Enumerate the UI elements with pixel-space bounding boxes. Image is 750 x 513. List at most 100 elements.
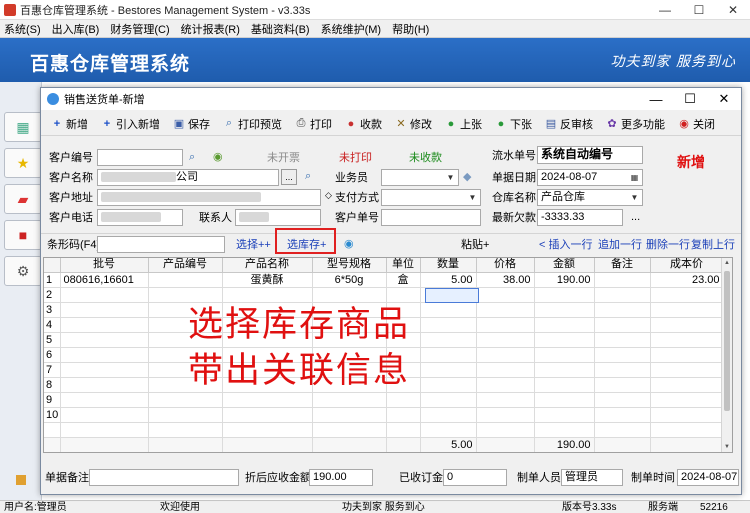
- table-cell[interactable]: [476, 407, 535, 423]
- print-preview-button[interactable]: ⌕ 打印预览: [223, 116, 282, 132]
- table-cell[interactable]: [476, 347, 535, 363]
- dialog-maximize-icon[interactable]: ☐: [673, 88, 707, 110]
- selected-cell[interactable]: [425, 288, 479, 303]
- table-cell[interactable]: [420, 377, 477, 393]
- append-row-button[interactable]: 追加一行: [598, 237, 642, 253]
- table-cell[interactable]: [386, 287, 421, 303]
- table-cell[interactable]: [148, 287, 223, 303]
- table-cell[interactable]: [594, 317, 651, 333]
- copy-row-button[interactable]: 复制上行: [691, 237, 735, 253]
- prev-button[interactable]: ● 上张: [445, 116, 482, 132]
- print-button[interactable]: ⎙ 打印: [295, 116, 332, 132]
- menu-help[interactable]: 帮助(H): [392, 21, 429, 37]
- table-cell[interactable]: [476, 287, 535, 303]
- table-cell[interactable]: [60, 302, 149, 318]
- select-plus-button[interactable]: 选择++: [236, 237, 271, 253]
- table-row[interactable]: 10: [44, 407, 724, 423]
- table-cell[interactable]: [420, 362, 477, 378]
- table-cell[interactable]: [60, 347, 149, 363]
- table-cell[interactable]: [60, 362, 149, 378]
- debt-detail-button[interactable]: ...: [631, 209, 640, 225]
- table-cell[interactable]: 蛋黄酥: [222, 272, 313, 288]
- table-cell[interactable]: [222, 287, 313, 303]
- table-cell[interactable]: [534, 317, 595, 333]
- more-button[interactable]: ✿ 更多功能: [606, 116, 665, 132]
- import-new-button[interactable]: + 引入新增: [101, 116, 160, 132]
- address-input[interactable]: [97, 189, 321, 206]
- table-cell[interactable]: [222, 392, 313, 408]
- table-cell[interactable]: [312, 287, 387, 303]
- col-header-batch[interactable]: 批号: [60, 258, 149, 273]
- unreview-button[interactable]: ▤ 反审核: [545, 116, 593, 132]
- table-cell[interactable]: [650, 377, 724, 393]
- barcode-input[interactable]: [97, 236, 225, 253]
- globe-icon[interactable]: ◉: [344, 237, 354, 250]
- customer-picker-button[interactable]: ...: [281, 169, 297, 185]
- next-button[interactable]: ● 下张: [495, 116, 532, 132]
- table-cell[interactable]: [594, 392, 651, 408]
- table-cell[interactable]: [476, 317, 535, 333]
- table-cell[interactable]: 23.00: [650, 272, 724, 288]
- minimize-icon[interactable]: —: [648, 0, 682, 20]
- table-cell[interactable]: [420, 392, 477, 408]
- table-cell[interactable]: [650, 287, 724, 303]
- table-cell[interactable]: [476, 332, 535, 348]
- customer-order-input[interactable]: [381, 209, 481, 226]
- select-stock-button[interactable]: 选库存+: [287, 237, 326, 253]
- date-input[interactable]: 2024-08-07 ▦: [537, 169, 643, 186]
- table-cell[interactable]: [386, 392, 421, 408]
- sidebar-button-2[interactable]: ★: [4, 148, 42, 178]
- table-cell[interactable]: [60, 377, 149, 393]
- table-cell[interactable]: [312, 392, 387, 408]
- paste-button[interactable]: 粘贴+: [461, 237, 489, 253]
- insert-row-button[interactable]: < 插入一行: [539, 237, 592, 253]
- table-cell[interactable]: [476, 392, 535, 408]
- delete-row-button[interactable]: 删除一行: [646, 237, 690, 253]
- table-row[interactable]: 2: [44, 287, 724, 303]
- table-cell[interactable]: [534, 377, 595, 393]
- table-cell[interactable]: [650, 347, 724, 363]
- sidebar-button-4[interactable]: ■: [4, 220, 42, 250]
- menu-basics[interactable]: 基础资料(B): [251, 21, 310, 37]
- sidebar-button-3[interactable]: ▰: [4, 184, 42, 214]
- eraser-icon[interactable]: ◆: [463, 170, 471, 183]
- save-button[interactable]: ▣ 保存: [173, 116, 210, 132]
- table-cell[interactable]: [534, 302, 595, 318]
- table-cell[interactable]: 190.00: [534, 272, 595, 288]
- menu-system[interactable]: 系统(S): [4, 21, 41, 37]
- table-cell[interactable]: [534, 332, 595, 348]
- col-header-remark[interactable]: 备注: [594, 258, 651, 273]
- scroll-down-icon[interactable]: ▼: [722, 442, 732, 452]
- table-cell[interactable]: [534, 287, 595, 303]
- refresh-icon[interactable]: ◉: [213, 150, 223, 163]
- salesman-select[interactable]: ▼: [381, 169, 459, 186]
- discount-input[interactable]: 190.00: [309, 469, 373, 486]
- menu-reports[interactable]: 统计报表(R): [181, 21, 240, 37]
- table-cell[interactable]: [148, 392, 223, 408]
- table-cell[interactable]: [594, 287, 651, 303]
- menu-finance[interactable]: 财务管理(C): [110, 21, 169, 37]
- col-header-qty[interactable]: 数量: [420, 258, 477, 273]
- payment-method-select[interactable]: ▼: [381, 189, 481, 206]
- customer-name-input[interactable]: 公司: [97, 169, 279, 186]
- collect-button[interactable]: ● 收款: [345, 116, 382, 132]
- col-header-product-name[interactable]: 产品名称: [222, 258, 313, 273]
- table-cell[interactable]: [386, 407, 421, 423]
- table-cell[interactable]: [148, 407, 223, 423]
- table-cell[interactable]: [534, 347, 595, 363]
- table-cell[interactable]: [60, 392, 149, 408]
- maximize-icon[interactable]: ☐: [682, 0, 716, 20]
- table-cell[interactable]: [60, 407, 149, 423]
- table-cell[interactable]: [420, 332, 477, 348]
- col-header-spec[interactable]: 型号规格: [312, 258, 387, 273]
- col-header-product-code[interactable]: 产品编号: [148, 258, 223, 273]
- table-cell[interactable]: [650, 302, 724, 318]
- table-cell[interactable]: 080616,16601: [60, 272, 149, 288]
- dialog-close-icon[interactable]: ✕: [707, 88, 741, 110]
- col-header-price[interactable]: 价格: [476, 258, 535, 273]
- sidebar-button-1[interactable]: ▦: [4, 112, 42, 142]
- table-cell[interactable]: [476, 362, 535, 378]
- table-cell[interactable]: 盒: [386, 272, 421, 288]
- table-cell[interactable]: [650, 317, 724, 333]
- phone-input[interactable]: [97, 209, 183, 226]
